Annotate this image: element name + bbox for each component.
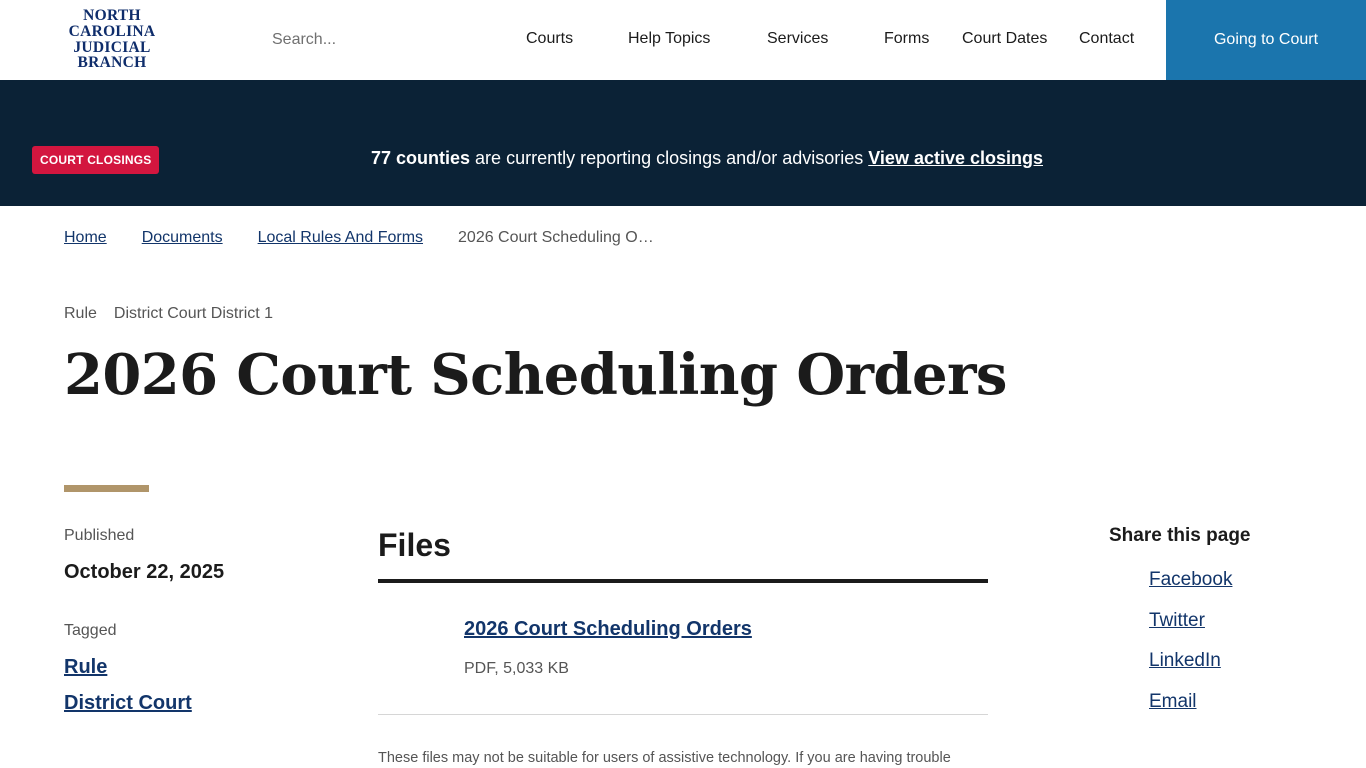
alert-message-text: are currently reporting closings and/or …: [470, 148, 869, 168]
nav-courts[interactable]: Courts: [526, 30, 573, 48]
nav-services[interactable]: Services: [767, 30, 828, 48]
nav-forms[interactable]: Forms: [884, 30, 929, 48]
closings-alert-banner: COURT CLOSINGS 77 counties are currently…: [0, 80, 1366, 206]
nav-help-topics[interactable]: Help Topics: [628, 30, 710, 48]
files-divider: [378, 579, 988, 583]
logo-line: JUDICIAL: [73, 38, 151, 56]
file-meta: PDF, 5,033 KB: [464, 660, 569, 677]
breadcrumb: Home Documents Local Rules And Forms 2026 C…: [64, 229, 654, 247]
meta-type: Rule: [64, 305, 97, 322]
tag-rule[interactable]: Rule: [64, 656, 107, 679]
court-closings-badge[interactable]: COURT CLOSINGS: [32, 146, 160, 174]
going-to-court-button[interactable]: Going to Court: [1166, 0, 1366, 80]
share-twitter-link[interactable]: Twitter: [1149, 610, 1205, 632]
view-active-closings-link[interactable]: View active closings: [868, 148, 1043, 168]
alert-message: 77 counties are currently reporting clos…: [371, 148, 1043, 169]
breadcrumb-home[interactable]: Home: [64, 229, 107, 246]
share-linkedin-link[interactable]: LinkedIn: [1149, 650, 1221, 672]
document-meta: Rule District Court District 1: [64, 305, 290, 323]
tag-district-court[interactable]: District Court: [64, 692, 192, 715]
search-input[interactable]: [262, 22, 482, 58]
share-email-link[interactable]: Email: [1149, 691, 1197, 713]
files-heading: Files: [378, 527, 451, 563]
breadcrumb-documents[interactable]: Documents: [142, 229, 223, 246]
nav-court-dates[interactable]: Court Dates: [962, 30, 1047, 48]
logo-line: NORTH: [83, 7, 141, 24]
file-row-divider: [378, 714, 988, 715]
published-label: Published: [64, 527, 135, 544]
nav-contact[interactable]: Contact: [1079, 30, 1134, 48]
breadcrumb-current: 2026 Court Scheduling O…: [458, 229, 654, 246]
site-header: NORTH CAROLINA JUDICIAL BRANCH Courts He…: [0, 0, 1366, 80]
breadcrumb-local-rules[interactable]: Local Rules And Forms: [258, 229, 423, 246]
accessibility-note: These files may not be suitable for user…: [378, 750, 951, 766]
published-date: October 22, 2025: [64, 561, 225, 583]
site-logo[interactable]: NORTH CAROLINA JUDICIAL BRANCH: [62, 8, 162, 71]
page-title: 2026 Court Scheduling Orders: [64, 342, 1007, 408]
alert-county-count: 77 counties: [371, 148, 471, 168]
logo-line: CAROLINA: [68, 22, 156, 40]
logo-line: BRANCH: [77, 54, 147, 72]
share-facebook-link[interactable]: Facebook: [1149, 569, 1232, 591]
title-accent-bar: [64, 485, 149, 492]
tagged-label: Tagged: [64, 622, 117, 639]
meta-court: District Court District 1: [113, 305, 274, 322]
file-download-link[interactable]: 2026 Court Scheduling Orders: [464, 618, 752, 641]
share-heading: Share this page: [1109, 525, 1251, 546]
